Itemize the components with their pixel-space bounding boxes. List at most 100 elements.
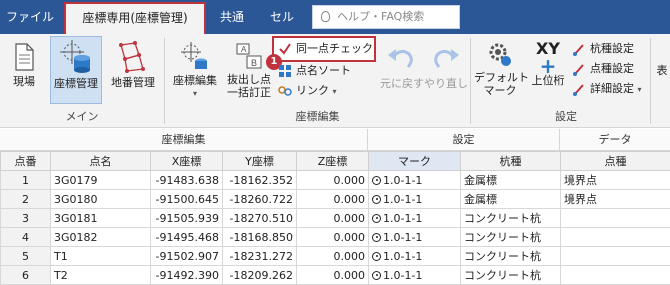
table-cell-mark[interactable]: 1.0-1-1 [369, 266, 461, 285]
table-cell-x[interactable]: -91495.468 [151, 228, 223, 247]
table-header-row: 点番 点名 X座標 Y座標 Z座標 マーク 杭種 点種 [1, 152, 670, 171]
table-cell-x[interactable]: -91483.638 [151, 171, 223, 190]
table-cell-kui[interactable]: コンクリート杭 [461, 247, 561, 266]
target-circle-icon [372, 214, 381, 223]
chiban-kanri-button[interactable]: 地番管理 [106, 38, 160, 104]
table-cell-ten[interactable] [561, 228, 670, 247]
table-cell-y[interactable]: -18162.352 [223, 171, 297, 190]
tenmei-sort-button[interactable]: 点名ソート [276, 62, 351, 80]
tab-cell[interactable]: セル [262, 0, 302, 34]
genba-button[interactable]: 現場 [4, 38, 44, 104]
table-cell-mark[interactable]: 1.0-1-1 [369, 190, 461, 209]
link-button[interactable]: リンク ▾ [276, 82, 337, 100]
hyo-label: 表 [654, 64, 670, 77]
tab-zahyo-senyo[interactable]: 座標専用(座標管理) [64, 2, 206, 34]
shosai-settei-button[interactable]: 詳細設定 ▾ [570, 80, 642, 98]
table-cell-z[interactable]: 0.000 [297, 171, 369, 190]
table-cell-ten[interactable] [561, 209, 670, 228]
table-cell-name[interactable]: T2 [51, 266, 151, 285]
table-cell-y[interactable]: -18270.510 [223, 209, 297, 228]
table-row[interactable]: 13G0179-91483.638-18162.3520.0001.0-1-1金… [1, 171, 670, 190]
mark-value: 1.0-1-1 [383, 250, 422, 263]
table-cell-kui[interactable]: コンクリート杭 [461, 266, 561, 285]
tab-file[interactable]: ファイル [4, 0, 56, 34]
table-row[interactable]: 33G0181-91505.939-18270.5100.0001.0-1-1コ… [1, 209, 670, 228]
table-cell-ten[interactable]: 境界点 [561, 171, 670, 190]
table-cell-mark[interactable]: 1.0-1-1 [369, 228, 461, 247]
table-cell-no[interactable]: 3 [1, 209, 51, 228]
hyo-button[interactable]: 表 [654, 64, 670, 84]
doitsu-check-button[interactable]: 同一点チェック [272, 36, 376, 62]
table-cell-no[interactable]: 2 [1, 190, 51, 209]
default-mark-button[interactable]: デフォルト マーク [474, 38, 526, 104]
undo-label: 元に戻す [380, 77, 422, 90]
table-cell-name[interactable]: T1 [51, 247, 151, 266]
table-cell-y[interactable]: -18231.272 [223, 247, 297, 266]
table-row[interactable]: 5T1-91502.907-18231.2720.000 1.0-1-1 コンクリー… [1, 247, 670, 266]
column-header-mark[interactable]: マーク [369, 152, 461, 171]
table-cell-z[interactable]: 0.000 [297, 190, 369, 209]
jouiketa-button[interactable]: XY + 上位桁 [528, 38, 568, 104]
link-icon [278, 84, 292, 98]
group-label-edit: 座標編集 [165, 108, 470, 124]
nukidashi-button[interactable]: A B 抜出し点 一括訂正 [224, 38, 274, 104]
mark-value: 1.0-1-1 [383, 193, 422, 206]
default-mark-label-2: マーク [474, 84, 526, 97]
table-cell-mark[interactable]: 1.0-1-1 [369, 247, 461, 266]
table-cell-x[interactable]: -91505.939 [151, 209, 223, 228]
table-cell-kui[interactable]: 金属標 [461, 190, 561, 209]
table-cell-mark[interactable]: 1.0-1-1 [369, 209, 461, 228]
table-cell-z[interactable]: 0.000 [297, 228, 369, 247]
column-header-y[interactable]: Y座標 [223, 152, 297, 171]
target-circle-icon [372, 176, 381, 185]
column-header-tenshu[interactable]: 点種 [561, 152, 670, 171]
table-cell-x[interactable]: -91502.907 [151, 247, 223, 266]
redo-button[interactable]: やり直し [424, 38, 468, 104]
table-cell-z[interactable]: 0.000 [297, 247, 369, 266]
search-input[interactable]: ヘルプ・FAQ検索 [312, 5, 460, 29]
undo-button[interactable]: 元に戻す [380, 38, 422, 104]
table-cell-z[interactable]: 0.000 [297, 266, 369, 285]
mark-value: 1.0-1-1 [383, 269, 422, 282]
table-cell-name[interactable]: 3G0180 [51, 190, 151, 209]
table-cell-name[interactable]: 3G0182 [51, 228, 151, 247]
table-cell-ten[interactable]: 境界点 [561, 190, 670, 209]
search-placeholder: ヘルプ・FAQ検索 [337, 10, 424, 23]
table-cell-mark[interactable]: 1.0-1-1 [369, 171, 461, 190]
zahyo-henshu-button[interactable]: 座標編集 ▾ [168, 38, 222, 104]
column-header-tenmei[interactable]: 点名 [51, 152, 151, 171]
divider [650, 38, 651, 124]
lightbulb-icon [321, 11, 330, 22]
column-header-z[interactable]: Z座標 [297, 152, 369, 171]
tenshu-settei-button[interactable]: 点種設定 [570, 60, 634, 78]
table-cell-kui[interactable]: 金属標 [461, 171, 561, 190]
table-cell-y[interactable]: -18260.722 [223, 190, 297, 209]
table-row[interactable]: 23G0180-91500.645-18260.7220.000 1.0-1-1 金… [1, 190, 670, 209]
table-row[interactable]: 6T2-91492.390-18209.2620.000 1.0-1-1 コンクリー… [1, 266, 670, 285]
table-cell-y[interactable]: -18209.262 [223, 266, 297, 285]
kuishu-settei-button[interactable]: 杭種設定 [570, 40, 634, 58]
table-cell-no[interactable]: 6 [1, 266, 51, 285]
table-cell-kui[interactable]: コンクリート杭 [461, 228, 561, 247]
table-cell-no[interactable]: 4 [1, 228, 51, 247]
table-row[interactable]: 43G0182-91495.468-18168.8500.0001.0-1-1コ… [1, 228, 670, 247]
table-cell-ten[interactable] [561, 266, 670, 285]
table-cell-z[interactable]: 0.000 [297, 209, 369, 228]
table-cell-x[interactable]: -91500.645 [151, 190, 223, 209]
column-header-kuishu[interactable]: 杭種 [461, 152, 561, 171]
checkmark-icon [278, 42, 292, 56]
zahyo-kanri-label: 座標管理 [51, 77, 101, 90]
table-cell-ten[interactable] [561, 247, 670, 266]
table-cell-no[interactable]: 5 [1, 247, 51, 266]
table-cell-no[interactable]: 1 [1, 171, 51, 190]
table-cell-x[interactable]: -91492.390 [151, 266, 223, 285]
column-header-tenban[interactable]: 点番 [1, 152, 51, 171]
table-cell-kui[interactable]: コンクリート杭 [461, 209, 561, 228]
tab-kyotsu[interactable]: 共通 [210, 0, 254, 34]
kuishu-settei-label: 杭種設定 [590, 42, 634, 55]
table-cell-name[interactable]: 3G0179 [51, 171, 151, 190]
table-cell-y[interactable]: -18168.850 [223, 228, 297, 247]
zahyo-kanri-button[interactable]: 座標管理 [50, 36, 102, 104]
column-header-x[interactable]: X座標 [151, 152, 223, 171]
table-cell-name[interactable]: 3G0181 [51, 209, 151, 228]
